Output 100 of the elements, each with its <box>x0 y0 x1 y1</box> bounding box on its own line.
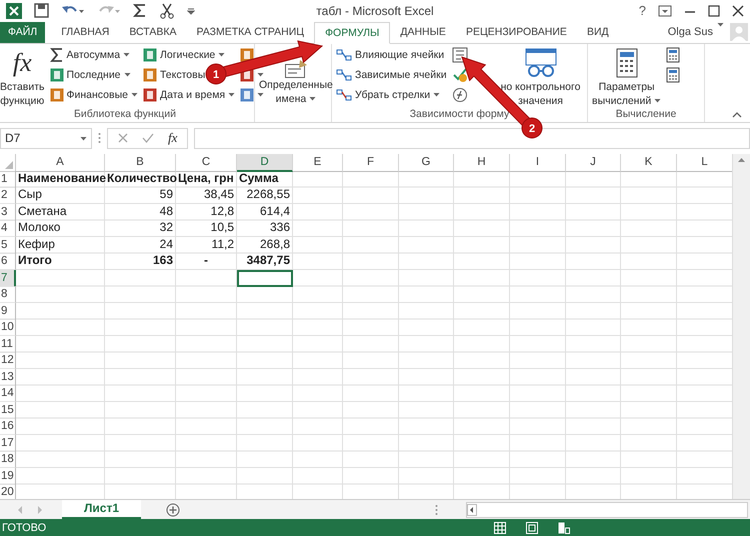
caret-icon <box>124 72 131 78</box>
user-name[interactable]: Olga Sus <box>664 22 717 43</box>
ribbon-command[interactable]: Логические <box>160 48 216 61</box>
row-header[interactable]: 8 <box>0 286 16 304</box>
row-header[interactable]: 16 <box>0 418 16 436</box>
button-label[interactable]: Определенные <box>259 78 333 92</box>
ribbon-command[interactable]: Автосумма <box>66 48 120 61</box>
button-label[interactable]: Вставить <box>0 80 45 94</box>
row-header[interactable]: 9 <box>0 302 16 320</box>
caret-icon <box>123 52 130 58</box>
normal-view-icon[interactable] <box>494 522 506 534</box>
ribbon-tab[interactable]: ВИД <box>576 22 619 43</box>
ribbon-tab[interactable]: ВСТАВКА <box>119 22 186 43</box>
table-cell-text: 24 <box>158 236 174 253</box>
sheet-tab[interactable]: Лист1 <box>62 500 142 518</box>
row-header[interactable]: 19 <box>0 468 16 485</box>
trace-dependents-icon <box>336 68 352 82</box>
horizontal-scrollbar[interactable] <box>466 502 748 518</box>
table-cell-text: 336 <box>268 220 291 236</box>
add-sheet-icon[interactable] <box>166 502 180 516</box>
error-checking-icon <box>452 66 468 83</box>
row-header[interactable]: 1 <box>0 170 16 188</box>
caret-icon <box>80 136 87 141</box>
button-label[interactable]: значения <box>518 94 563 108</box>
ribbon-command[interactable]: Финансовые <box>66 88 128 101</box>
ribbon-tab[interactable]: ДАННЫЕ <box>390 22 456 43</box>
insert-function-button[interactable]: fx <box>168 130 178 146</box>
row-header[interactable]: 3 <box>0 204 16 221</box>
caret-icon <box>218 52 226 58</box>
scroll-up-icon[interactable] <box>737 156 746 163</box>
row-header[interactable]: 17 <box>0 434 16 452</box>
table-cell-text: 38,45 <box>202 187 235 204</box>
button-label[interactable]: вычислений <box>592 94 652 108</box>
group-label: Библиотека функций <box>73 108 177 122</box>
close-icon[interactable] <box>732 4 744 17</box>
ribbon-command[interactable]: Влияющие ячейки <box>355 48 444 61</box>
ribbon-tab[interactable]: РЕЦЕНЗИРОВАНИЕ <box>456 22 577 43</box>
table-cell-text: Количество <box>106 170 176 187</box>
window-title: табл - Microsoft Excel <box>316 4 434 18</box>
row-header[interactable]: 12 <box>0 352 16 370</box>
save-icon[interactable] <box>34 3 49 18</box>
row-header[interactable]: 14 <box>0 385 16 402</box>
scissors-icon[interactable] <box>159 2 175 19</box>
function-category-icon <box>240 88 254 102</box>
insert-function-symbol: fx <box>12 48 32 78</box>
table-cell-text: 268,8 <box>258 236 291 253</box>
column-header[interactable]: D <box>237 154 293 172</box>
calculator-icon <box>616 48 638 78</box>
row-header[interactable]: 10 <box>0 319 16 336</box>
group-label: Зависимости форму <box>408 108 510 122</box>
status-text: ГОТОВО <box>2 522 46 534</box>
page-layout-icon[interactable] <box>526 522 538 534</box>
selected-cell[interactable] <box>237 270 293 287</box>
maximize-icon[interactable] <box>708 4 720 17</box>
ribbon-command[interactable]: Зависимые ячейки <box>355 68 447 81</box>
scroll-left-icon[interactable] <box>467 504 477 516</box>
button-label[interactable]: функцию <box>0 94 44 108</box>
customize-icon[interactable] <box>187 6 195 15</box>
table-cell-text: Сметана <box>17 204 68 220</box>
table-cell-text: 3487,75 <box>246 253 291 270</box>
row-header[interactable]: 5 <box>0 236 16 254</box>
watch-window-icon <box>524 48 558 78</box>
name-manager-icon <box>284 60 307 78</box>
sigma-icon[interactable] <box>133 3 147 18</box>
row-header[interactable]: 4 <box>0 220 16 238</box>
sigma-icon <box>50 48 64 62</box>
table-cell-text: 48 <box>158 204 174 220</box>
ribbon-command[interactable]: Текстовы <box>160 68 206 81</box>
file-tab[interactable]: ФАЙЛ <box>0 22 46 43</box>
function-category-icon <box>142 88 157 102</box>
row-header[interactable]: 11 <box>0 336 16 353</box>
function-category-icon <box>142 48 157 62</box>
collapse-ribbon-icon[interactable] <box>732 110 742 118</box>
function-category-icon <box>50 88 64 102</box>
row-header[interactable]: 7 <box>0 270 16 287</box>
grip-icon <box>98 132 101 144</box>
button-label[interactable]: но контрольного <box>500 80 580 94</box>
ribbon-tab[interactable]: ГЛАВНАЯ <box>51 22 120 43</box>
ribbon-display-icon[interactable] <box>658 4 672 17</box>
caret-icon <box>433 92 440 98</box>
table-cell-text: 12,8 <box>210 204 235 220</box>
row-header[interactable]: 18 <box>0 451 16 468</box>
ribbon-command[interactable]: Дата и время <box>160 88 226 101</box>
help-button[interactable]: ? <box>638 3 646 18</box>
button-label[interactable]: Параметры <box>598 80 655 94</box>
check-icon[interactable] <box>142 133 154 144</box>
ribbon-tab[interactable]: ФОРМУЛЫ <box>314 22 390 44</box>
ribbon-command[interactable]: Убрать стрелки <box>355 88 430 101</box>
page-break-icon[interactable] <box>558 522 570 534</box>
row-header[interactable]: 15 <box>0 402 16 419</box>
ribbon-command[interactable]: Последние <box>66 68 121 81</box>
name-box[interactable]: D7 <box>0 128 92 149</box>
row-header[interactable]: 13 <box>0 368 16 386</box>
row-header[interactable]: 2 <box>0 187 16 204</box>
ribbon-tab[interactable]: РАЗМЕТКА СТРАНИЦ <box>186 22 314 43</box>
button-label[interactable]: имена <box>276 92 306 106</box>
step-number: 1 <box>212 69 220 81</box>
table-cell-text: 11,2 <box>210 236 235 253</box>
table-cell-text: 2268,55 <box>246 187 291 204</box>
function-category-icon <box>240 48 254 62</box>
